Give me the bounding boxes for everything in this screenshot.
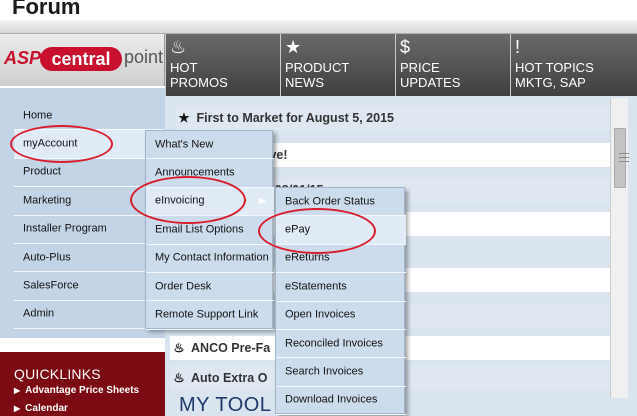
triangle-right-icon: ▶ xyxy=(259,195,266,206)
menu-item-label: eStatements xyxy=(285,280,347,293)
menu-item-download-invoices[interactable]: Download Invoices xyxy=(276,387,406,416)
menu-item-label: ePay xyxy=(285,223,311,236)
promo-tab-label: PRICE UPDATES xyxy=(400,60,461,90)
star-icon: ★ xyxy=(178,111,190,125)
einvoicing-submenu: Back Order Status ePay eReturns eStatements… xyxy=(275,187,406,416)
my-tools-heading: MY TOOL xyxy=(179,394,272,416)
content-row-text[interactable]: ANCO Pre-Fa xyxy=(191,341,270,355)
logo-point: point xyxy=(124,47,164,67)
content-scrollbar[interactable] xyxy=(610,98,629,398)
triangle-right-icon: ▶ xyxy=(14,386,21,395)
menu-item-label: eReturns xyxy=(285,251,330,264)
menu-item-label: Remote Support Link xyxy=(155,308,259,321)
content-row[interactable]: ★ First to Market for August 5, 2015 xyxy=(175,106,620,130)
menu-item-einvoicing[interactable]: eInvoicing ▶ xyxy=(146,187,274,217)
logo[interactable]: ASP central point xyxy=(0,34,165,86)
quicklinks-title: QUICKLINKS xyxy=(14,366,101,382)
menu-item-admin[interactable]: Admin xyxy=(14,301,164,330)
quicklinks-panel: QUICKLINKS ▶ Advantage Price Sheets ▶ Cale… xyxy=(0,352,165,416)
fire-icon: ♨ xyxy=(173,371,185,385)
menu-item-open-invoices[interactable]: Open Invoices xyxy=(276,302,406,330)
exclamation-icon: ! xyxy=(515,37,521,57)
scrollbar-thumb[interactable] xyxy=(614,128,629,188)
menu-item-reconciled-invoices[interactable]: Reconciled Invoices xyxy=(276,330,406,359)
menu-item-what-s-new[interactable]: What's New xyxy=(146,131,274,160)
quicklink-calendar[interactable]: ▶ Calendar xyxy=(14,403,68,414)
menu-item-salesforce[interactable]: SalesForce xyxy=(14,272,164,301)
promo-tab-3[interactable]: ! HOT TOPICS MKTG, SAP xyxy=(510,34,637,96)
logo-asp: ASP xyxy=(4,48,42,68)
promo-tab-0[interactable]: ♨ HOT PROMOS xyxy=(165,34,280,96)
menu-item-label: Order Desk xyxy=(155,280,212,293)
menu-item-search-invoices[interactable]: Search Invoices xyxy=(276,358,406,387)
menu-item-label: My Contact Information xyxy=(155,251,269,264)
menu-item-order-desk[interactable]: Order Desk xyxy=(146,273,274,302)
menu-item-label: Marketing xyxy=(23,194,72,207)
menu-item-label: Product xyxy=(23,165,61,178)
content-row-text[interactable]: First to Market for August 5, 2015 xyxy=(196,111,394,125)
myaccount-submenu: What's New Announcements eInvoicing ▶ Email … xyxy=(145,130,274,330)
menu-item-label: Search Invoices xyxy=(285,365,364,378)
menu-item-label: Open Invoices xyxy=(285,308,356,321)
menu-item-label: Auto-Plus xyxy=(23,251,71,264)
menu-item-my-contact-information[interactable]: My Contact Information xyxy=(146,245,274,273)
promo-tab-label: HOT PROMOS xyxy=(170,60,228,90)
star-icon: ★ xyxy=(285,37,302,57)
page-title: Forum xyxy=(12,0,81,19)
menu-item-label: SalesForce xyxy=(23,279,79,292)
header-strip xyxy=(0,20,637,34)
menu-item-announcements[interactable]: Announcements xyxy=(146,159,274,188)
logo-central: central xyxy=(40,47,122,71)
main: Home myAccount▶ Product Marketing Installer … xyxy=(14,102,164,330)
fire-icon: ♨ xyxy=(173,341,185,355)
promo-tab-label: PRODUCT NEWS xyxy=(285,60,350,90)
menu-item-marketing[interactable]: Marketing xyxy=(14,187,164,216)
menu-item-label: Email List Options xyxy=(155,223,244,236)
promo-tab-label: HOT TOPICS MKTG, SAP xyxy=(515,60,594,90)
menu-item-label: Home xyxy=(23,109,53,122)
menu-item-estatements[interactable]: eStatements xyxy=(276,273,406,302)
fire-icon: ♨ xyxy=(170,37,187,57)
menu-item-label: myAccount xyxy=(23,137,78,150)
quicklink-advantage-price-sheets[interactable]: ▶ Advantage Price Sheets xyxy=(14,385,139,396)
menu-item-home[interactable]: Home xyxy=(14,102,164,131)
menu-item-installer-program[interactable]: Installer Program xyxy=(14,216,164,244)
menu-item-myaccount[interactable]: myAccount▶ xyxy=(14,130,164,159)
menu-item-back-order-status[interactable]: Back Order Status xyxy=(276,188,406,217)
triangle-right-icon: ▶ xyxy=(14,404,21,413)
menu-item-email-list-options[interactable]: Email List Options xyxy=(146,216,274,245)
dollar-icon: $ xyxy=(400,37,411,57)
menu-item-label: Announcements xyxy=(155,166,235,179)
menu-item-auto-plus[interactable]: Auto-Plus xyxy=(14,244,164,273)
menu-item-label: Reconciled Invoices xyxy=(285,337,383,350)
menu-item-ereturns[interactable]: eReturns xyxy=(276,245,406,274)
menu-item-label: Admin xyxy=(23,307,55,320)
menu-item-label: Installer Program xyxy=(23,222,107,235)
menu-item-epay[interactable]: ePay xyxy=(276,216,406,245)
menu-item-label: What's New xyxy=(155,138,214,151)
menu-item-label: Back Order Status xyxy=(285,195,375,208)
promo-tab-2[interactable]: $ PRICE UPDATES xyxy=(395,34,510,96)
menu-item-label: eInvoicing xyxy=(155,194,205,207)
menu-item-label: Download Invoices xyxy=(285,393,378,406)
menu-item-product[interactable]: Product xyxy=(14,159,164,188)
menu-item-remote-support-link[interactable]: Remote Support Link xyxy=(146,301,274,330)
promo-tab-1[interactable]: ★ PRODUCT NEWS xyxy=(280,34,395,96)
content-row-text[interactable]: Auto Extra O xyxy=(191,371,267,385)
